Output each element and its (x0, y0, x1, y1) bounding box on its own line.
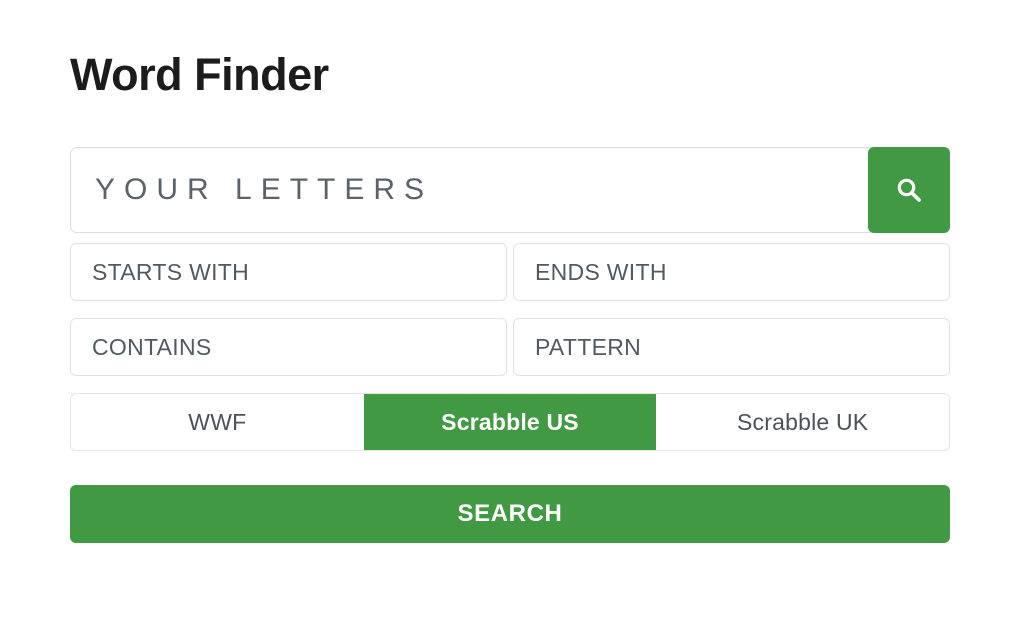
pattern-input[interactable]: PATTERN (513, 318, 950, 376)
starts-with-placeholder: STARTS WITH (92, 258, 250, 285)
letters-search-row: YOUR LETTERS (70, 147, 950, 233)
your-letters-placeholder: YOUR LETTERS (95, 173, 434, 206)
dictionary-selector: WWF Scrabble US Scrabble UK (70, 393, 950, 451)
page-title: Word Finder (70, 49, 329, 100)
ends-with-input[interactable]: ENDS WITH (513, 243, 950, 301)
filter-row-2: CONTAINS PATTERN (70, 318, 950, 376)
word-finder-page: Word Finder YOUR LETTERS STARTS WITH END… (0, 0, 1020, 638)
contains-placeholder: CONTAINS (92, 333, 212, 360)
search-icon-button[interactable] (868, 147, 950, 233)
pattern-placeholder: PATTERN (535, 333, 642, 360)
filter-row-1: STARTS WITH ENDS WITH (70, 243, 950, 301)
dictionary-option-scrabble-uk[interactable]: Scrabble UK (656, 394, 949, 450)
ends-with-placeholder: ENDS WITH (535, 258, 667, 285)
dictionary-option-scrabble-uk-label: Scrabble UK (737, 408, 869, 435)
dictionary-option-wwf[interactable]: WWF (71, 394, 364, 450)
dictionary-option-scrabble-us-label: Scrabble US (441, 408, 579, 435)
filter-fields: STARTS WITH ENDS WITH CONTAINS PATTERN (70, 243, 950, 393)
your-letters-input[interactable]: YOUR LETTERS (70, 147, 876, 233)
starts-with-input[interactable]: STARTS WITH (70, 243, 507, 301)
contains-input[interactable]: CONTAINS (70, 318, 507, 376)
search-submit-button[interactable]: SEARCH (70, 485, 950, 543)
dictionary-option-scrabble-us[interactable]: Scrabble US (363, 394, 657, 450)
dictionary-option-wwf-label: WWF (188, 408, 247, 435)
search-icon (894, 175, 924, 205)
